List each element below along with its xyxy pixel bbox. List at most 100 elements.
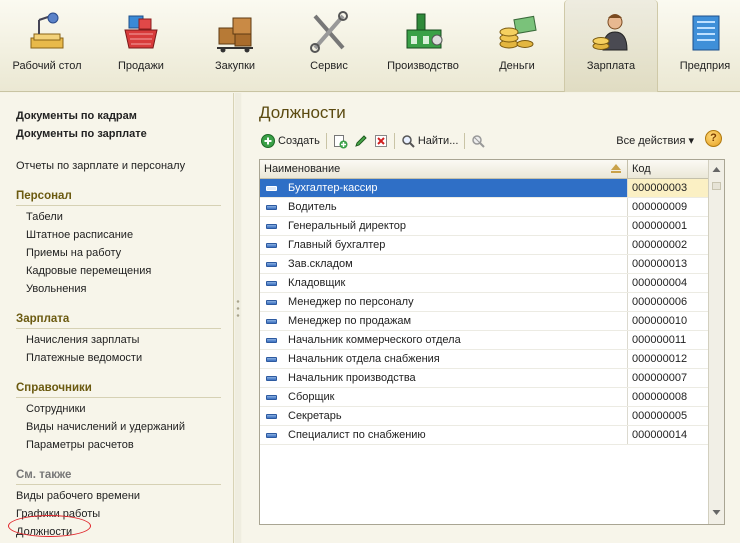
- nav-item-calc-parameters[interactable]: Параметры расчетов: [16, 436, 221, 454]
- nav-item-accrual-types[interactable]: Виды начислений и удержаний: [16, 418, 221, 436]
- main-area: Должности Создать Найти... Все действия …: [242, 93, 740, 543]
- row-name: Начальник производства: [288, 372, 416, 384]
- copy-add-icon: [333, 134, 348, 148]
- catalog-item-icon: [266, 413, 277, 419]
- nav-item-hirings[interactable]: Приемы на работу: [16, 244, 221, 262]
- column-header-name[interactable]: Наименование: [260, 160, 628, 178]
- navigation-panel: Документы по кадрам Документы по зарплат…: [0, 93, 234, 543]
- help-button[interactable]: ?: [705, 130, 722, 147]
- table-header: Наименование Код: [260, 160, 724, 179]
- edit-button[interactable]: [354, 131, 368, 151]
- all-actions-menu[interactable]: Все действия ▾: [616, 134, 694, 147]
- scrollbar-thumb[interactable]: [712, 182, 721, 190]
- nav-item-employees[interactable]: Сотрудники: [16, 400, 221, 418]
- nav-item-timesheets[interactable]: Табели: [16, 208, 221, 226]
- table-row[interactable]: Секретарь 000000005: [260, 407, 708, 426]
- nav-item-transfers[interactable]: Кадровые перемещения: [16, 262, 221, 280]
- nav-item-payroll-accruals[interactable]: Начисления зарплаты: [16, 331, 221, 349]
- row-name: Менеджер по продажам: [288, 315, 412, 327]
- row-name: Начальник отдела снабжения: [288, 353, 440, 365]
- nav-item-payment-sheets[interactable]: Платежные ведомости: [16, 349, 221, 367]
- table-row[interactable]: Кладовщик 000000004: [260, 274, 708, 293]
- cancel-search-icon: [472, 135, 486, 148]
- nav-group-see-also-title: См. также: [16, 469, 72, 481]
- factory-icon: [399, 8, 447, 56]
- section-label: Закупки: [214, 60, 256, 72]
- row-code: 000000014: [632, 429, 688, 441]
- scroll-up-icon[interactable]: [709, 162, 724, 177]
- panel-splitter[interactable]: [235, 93, 241, 543]
- row-name: Начальник коммерческого отдела: [288, 334, 461, 346]
- catalog-item-icon: [266, 299, 277, 305]
- cancel-search-button[interactable]: [471, 131, 486, 151]
- table-row[interactable]: Зав.складом 000000013: [260, 255, 708, 274]
- nav-item-staff-schedule[interactable]: Штатное расписание: [16, 226, 221, 244]
- divider: [16, 484, 221, 485]
- catalog-item-icon: [266, 261, 277, 267]
- create-button[interactable]: Создать: [261, 131, 320, 151]
- row-name: Сборщик: [288, 391, 335, 403]
- nav-item-dismissals[interactable]: Увольнения: [16, 280, 221, 298]
- row-code: 000000013: [632, 258, 688, 270]
- catalog-item-icon: [266, 356, 277, 362]
- scroll-down-icon[interactable]: [709, 505, 724, 520]
- row-name: Главный бухгалтер: [288, 239, 386, 251]
- nav-link-reports[interactable]: Отчеты по зарплате и персоналу: [16, 157, 221, 175]
- column-header-name-label: Наименование: [264, 163, 341, 175]
- column-header-code[interactable]: Код: [628, 160, 708, 178]
- table-row[interactable]: Менеджер по продажам 000000010: [260, 312, 708, 331]
- table-row[interactable]: Начальник отдела снабжения 000000012: [260, 350, 708, 369]
- table-row[interactable]: Специалист по снабжению 000000014: [260, 426, 708, 445]
- nav-group-references-title: Справочники: [16, 382, 92, 394]
- row-code: 000000011: [632, 334, 687, 346]
- section-label: Предприя: [679, 60, 731, 72]
- copy-button[interactable]: [333, 131, 348, 151]
- section-sales[interactable]: Продажи: [94, 0, 188, 92]
- nav-item-work-time-types[interactable]: Виды рабочего времени: [16, 487, 221, 505]
- table-row[interactable]: Начальник коммерческого отдела 000000011: [260, 331, 708, 350]
- row-code: 000000007: [632, 372, 688, 384]
- section-label: Производство: [387, 60, 459, 72]
- row-name: Бухгалтер-кассир: [288, 182, 378, 194]
- catalog-item-icon: [266, 337, 277, 343]
- magnifier-icon: [402, 135, 415, 148]
- table-row[interactable]: Генеральный директор 000000001: [260, 217, 708, 236]
- coins-icon: [493, 8, 541, 56]
- section-salary[interactable]: Зарплата: [564, 0, 658, 92]
- find-button[interactable]: Найти...: [401, 131, 459, 151]
- worker-coins-icon: [587, 8, 635, 56]
- section-service[interactable]: Сервис: [282, 0, 376, 92]
- section-desktop[interactable]: Рабочий стол: [0, 0, 94, 92]
- table-row[interactable]: Главный бухгалтер 000000002: [260, 236, 708, 255]
- row-name: Водитель: [288, 201, 337, 213]
- delete-button[interactable]: [374, 131, 388, 151]
- catalog-item-icon: [266, 185, 277, 191]
- section-production[interactable]: Производство: [376, 0, 470, 92]
- nav-link-hr-documents[interactable]: Документы по кадрам: [16, 107, 221, 125]
- table-row[interactable]: Менеджер по персоналу 000000006: [260, 293, 708, 312]
- nav-group-personnel-title: Персонал: [16, 190, 72, 202]
- row-name: Кладовщик: [288, 277, 346, 289]
- row-name: Секретарь: [288, 410, 342, 422]
- row-code: 000000004: [632, 277, 688, 289]
- section-enterprise[interactable]: Предприя: [658, 0, 740, 92]
- section-purchases[interactable]: Закупки: [188, 0, 282, 92]
- nav-link-salary-documents[interactable]: Документы по зарплате: [16, 125, 221, 143]
- toolbar-divider: [393, 133, 395, 149]
- table-row[interactable]: Начальник производства 000000007: [260, 369, 708, 388]
- catalog-item-icon: [266, 375, 277, 381]
- row-code: 000000005: [632, 410, 688, 422]
- catalog-item-icon: [266, 318, 277, 324]
- table-row[interactable]: Бухгалтер-кассир 000000003: [260, 179, 708, 198]
- row-name: Специалист по снабжению: [288, 429, 426, 441]
- section-money[interactable]: Деньги: [470, 0, 564, 92]
- find-button-label: Найти...: [417, 135, 459, 147]
- catalog-item-icon: [266, 280, 277, 286]
- desk-lamp-icon: [23, 8, 71, 56]
- toolbar-divider: [325, 133, 327, 149]
- row-code: 000000002: [632, 239, 688, 251]
- table-row[interactable]: Сборщик 000000008: [260, 388, 708, 407]
- table-row[interactable]: Водитель 000000009: [260, 198, 708, 217]
- vertical-scrollbar[interactable]: [708, 160, 724, 524]
- create-button-label: Создать: [278, 135, 320, 147]
